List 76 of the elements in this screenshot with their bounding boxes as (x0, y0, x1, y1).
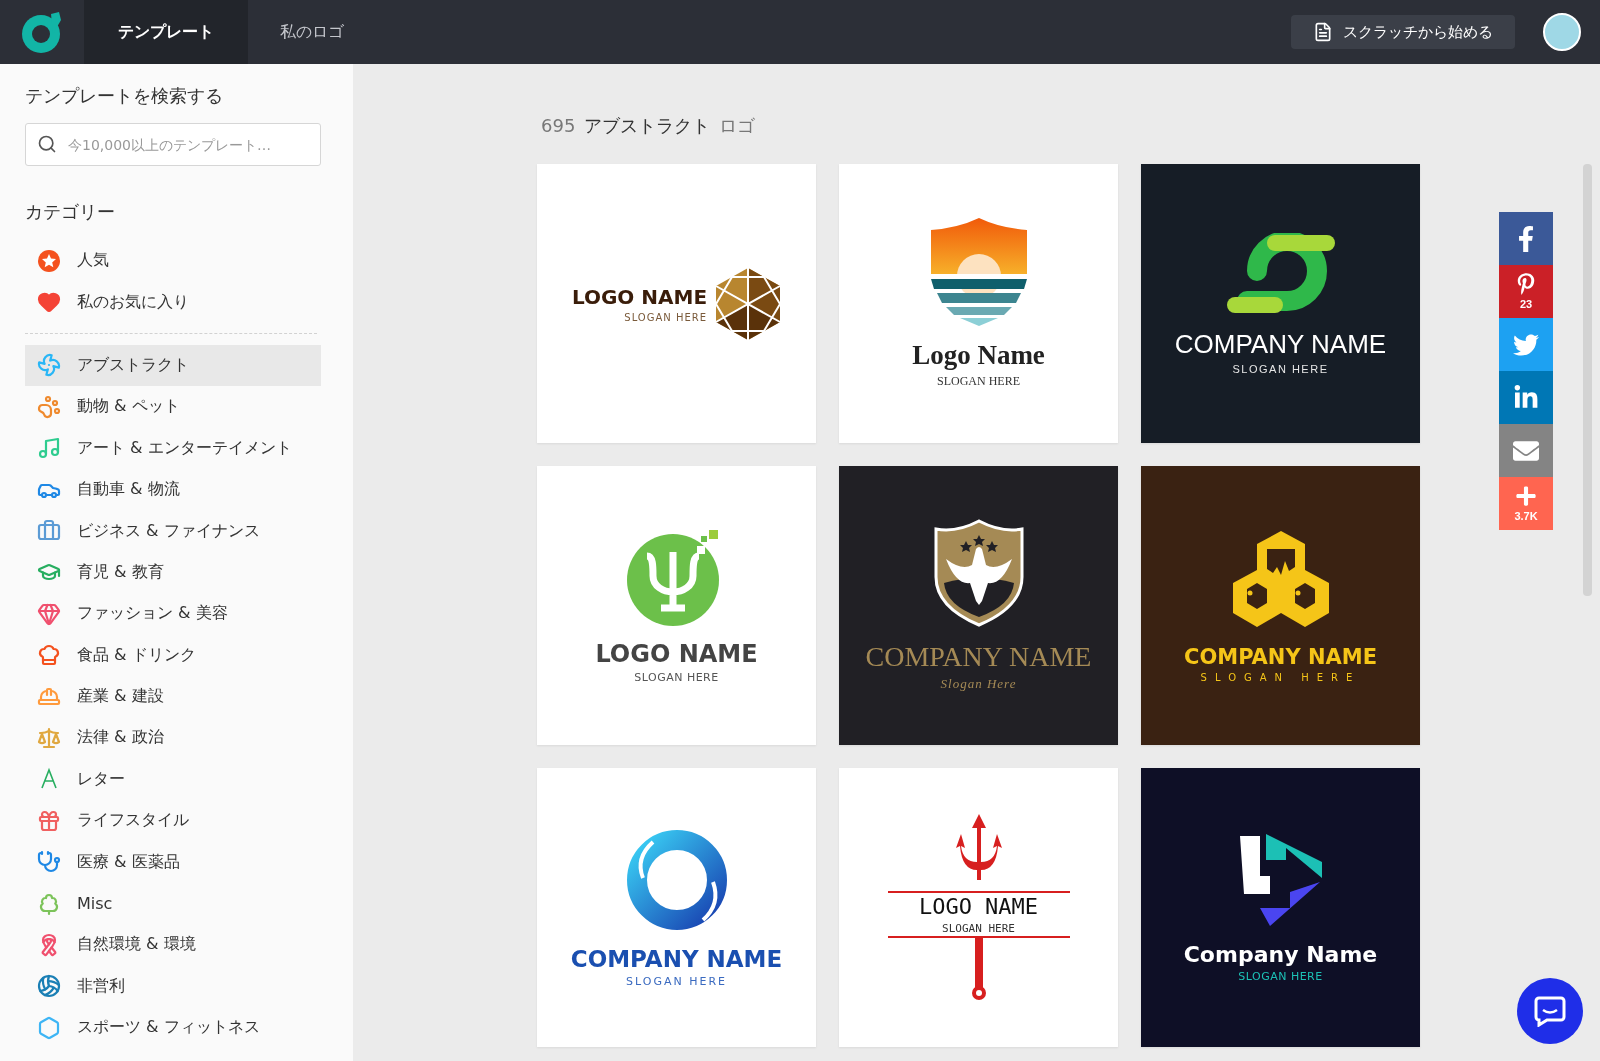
logo-template-card[interactable]: Company Name SLOGAN HERE (1141, 768, 1420, 1047)
logo-template-card[interactable]: LOGO NAME SLOGAN HERE (839, 768, 1118, 1047)
document-icon (1313, 22, 1333, 42)
logo-slogan-text: SLOGAN HERE (626, 974, 727, 988)
sidebar-item[interactable]: 私のお気に入り (25, 281, 321, 323)
hexagon-logo-icon (715, 266, 782, 341)
logo-name-text: COMPANY NAME (570, 945, 783, 972)
logo-slogan-text: SLOGAN HERE (1200, 671, 1361, 683)
search-title: テンプレートを検索する (25, 84, 224, 108)
category-item[interactable]: 産業 & 建設 (25, 675, 321, 718)
category-item[interactable]: 自動車 & 物流 (25, 468, 321, 511)
swirl-logo-icon (1226, 232, 1335, 315)
category-item[interactable]: レター (25, 758, 321, 801)
logo-name-text: COMPANY NAME (1174, 328, 1387, 360)
category-item[interactable]: ビジネス & ファイナンス (25, 510, 321, 552)
share-count: 3.7K (1514, 510, 1538, 522)
category-item[interactable]: 法律 & 政治 (25, 717, 321, 759)
category-item[interactable]: Misc (25, 882, 321, 925)
email-share-button[interactable] (1499, 424, 1553, 477)
nav-tab[interactable]: テンプレート (84, 0, 248, 64)
logo-template-card[interactable]: COMPANY NAME SLOGAN HERE (1141, 164, 1420, 443)
twitter-share-button[interactable] (1499, 318, 1553, 371)
plus-icon (1515, 485, 1537, 507)
pinterest-share-button[interactable]: 23 (1499, 265, 1553, 318)
trident-head-icon (885, 812, 1072, 894)
logo-name-text: Company Name (1183, 942, 1378, 967)
logo-slogan-text: SLOGAN HERE (942, 922, 1015, 935)
search-icon (37, 134, 57, 154)
logo-slogan-text: SLOGAN HERE (937, 374, 1020, 389)
template-search-field[interactable]: 今10,000以上のテンプレート… (25, 123, 321, 166)
logo-template-card[interactable]: COMPANY NAME SLOGAN HERE (1141, 466, 1420, 745)
logo-template-card[interactable]: LOGO NAME SLOGAN HERE (537, 466, 816, 745)
app-logo-icon[interactable] (21, 10, 63, 54)
categories-title: カテゴリー (25, 200, 116, 224)
category-item[interactable]: アブストラクト (25, 344, 321, 387)
category-item[interactable]: ファッション & 美容 (25, 593, 321, 635)
category-item[interactable]: 非営利 (25, 965, 321, 1008)
result-count: 695 (541, 115, 576, 136)
start-from-scratch-button[interactable]: スクラッチから始める (1291, 15, 1515, 49)
logo-template-card[interactable]: LOGO NAME SLOGAN HERE (537, 164, 816, 443)
logo-template-card[interactable]: COMPANY NAME SLOGAN HERE (537, 768, 816, 1047)
logo-slogan-text: SLOGAN HERE (634, 670, 719, 684)
sidebar-item[interactable]: 人気 (25, 240, 321, 282)
logo-template-card[interactable]: Logo Name SLOGAN HERE (839, 164, 1118, 443)
linkedin-share-button[interactable] (1499, 371, 1553, 424)
chat-bubble-icon (1533, 995, 1567, 1027)
logo-name-text: COMPANY NAME (1183, 644, 1377, 669)
category-item[interactable]: 育児 & 教育 (25, 551, 321, 594)
category-item[interactable]: スポーツ & フィットネス (25, 1007, 321, 1049)
category-item[interactable]: 動物 & ペット (25, 386, 321, 428)
category-item[interactable]: 医療 & 医薬品 (25, 841, 321, 883)
category-item[interactable]: アート & エンターテイメント (25, 427, 321, 469)
heading-suffix: ロゴ (719, 114, 756, 138)
logo-slogan-text: SLOGAN HERE (1232, 362, 1329, 375)
share-count: 23 (1519, 298, 1533, 310)
category-item[interactable]: 食品 & ドリンク (25, 634, 321, 676)
pinterest-icon (1515, 273, 1537, 295)
logo-name-text: LOGO NAME (595, 639, 758, 668)
logo-slogan-text: Slogan Here (940, 676, 1017, 692)
logo-name-text: LOGO NAME (571, 284, 708, 309)
linkedin-icon (1513, 384, 1539, 411)
user-avatar[interactable] (1543, 13, 1581, 51)
logo-slogan-text: SLOGAN HERE (624, 311, 708, 323)
logo-name-text: COMPANY NAME (865, 641, 1092, 673)
category-item[interactable]: ライフスタイル (25, 800, 321, 842)
trident-handle-icon (885, 935, 1072, 1003)
scrollbar[interactable] (1583, 164, 1592, 596)
logo-template-card[interactable]: COMPANY NAME Slogan Here (839, 466, 1118, 745)
facebook-share-button[interactable] (1499, 212, 1553, 265)
logo-name-text: Logo Name (912, 340, 1045, 371)
category-item[interactable]: 自然環境 & 環境 (25, 924, 321, 966)
ring-logo-icon (624, 827, 729, 932)
category-heading: アブストラクト (584, 114, 711, 138)
logo-slogan-text: SLOGAN HERE (1238, 970, 1323, 983)
logo-name-text: LOGO NAME (918, 894, 1039, 919)
nav-tab[interactable]: 私のロゴ (248, 0, 376, 64)
